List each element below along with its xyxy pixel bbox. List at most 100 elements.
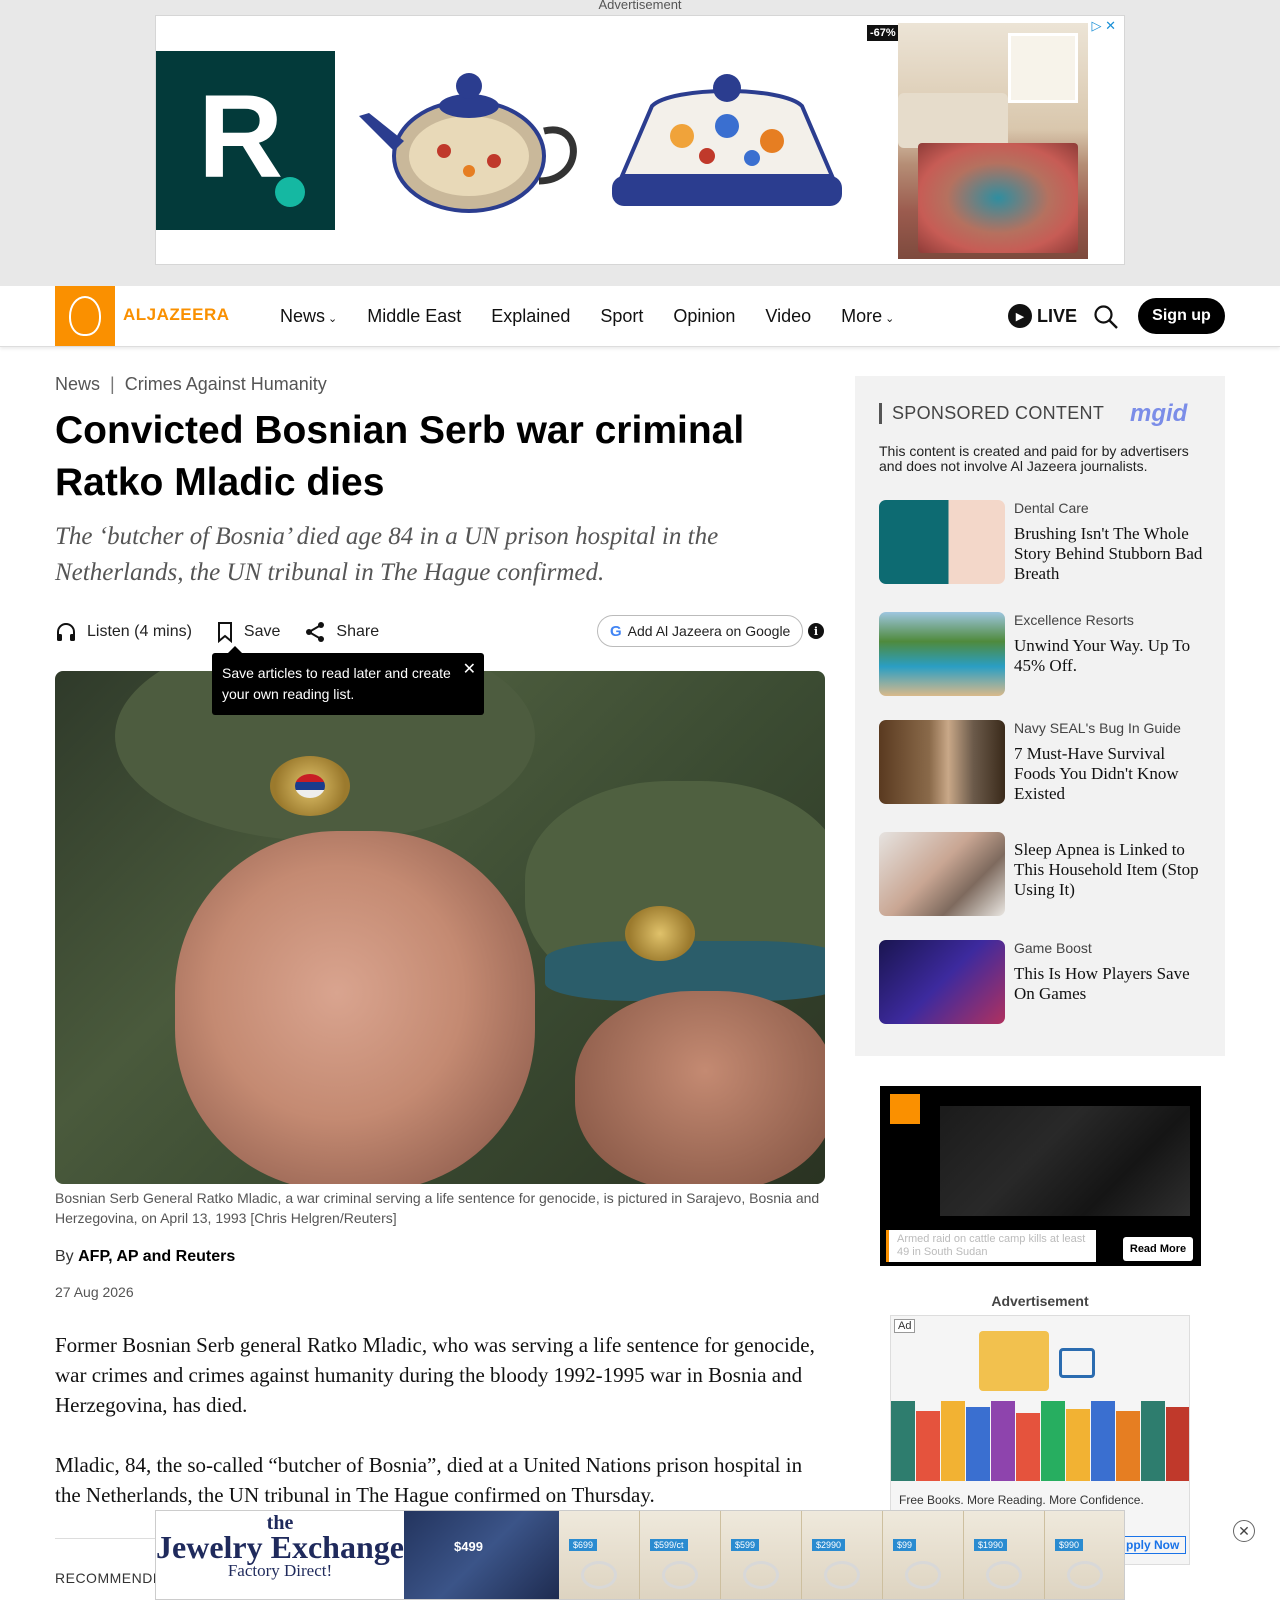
diamonds-panel[interactable]: $499 xyxy=(404,1511,559,1599)
book xyxy=(1041,1401,1065,1481)
sponsored-source: Excellence Resorts xyxy=(1014,612,1134,628)
sponsored-headline: Unwind Your Way. Up To 45% Off. xyxy=(1014,636,1191,675)
rug-shape xyxy=(918,143,1078,253)
face-shape xyxy=(175,831,535,1184)
live-button[interactable]: ▶ LIVE xyxy=(1008,304,1077,328)
ring-product[interactable]: $99 xyxy=(883,1511,964,1599)
listen-button[interactable]: Listen (4 mins) xyxy=(55,621,192,643)
nav-item-label: Explained xyxy=(491,305,571,326)
nav-item-label: Opinion xyxy=(673,305,736,326)
aljazeera-logo-icon[interactable] xyxy=(55,286,115,346)
advertiser-logo[interactable]: R xyxy=(156,51,335,230)
main-navigation: ALJAZEERA News ⌄ Middle East Explained Sport… xyxy=(0,286,1280,347)
ring-product[interactable]: $599/ct xyxy=(640,1511,721,1599)
listen-label: Listen (4 mins) xyxy=(87,623,192,640)
nav-item-label: Sport xyxy=(600,305,644,326)
article-actions: Listen (4 mins) Save Share xyxy=(55,618,403,646)
sponsored-title: SPONSORED CONTENT xyxy=(879,403,1104,424)
share-button[interactable]: Share xyxy=(304,621,379,643)
nav-item-video[interactable]: Video xyxy=(765,306,811,327)
nav-item-opinion[interactable]: Opinion xyxy=(673,306,735,327)
checkbox-icon xyxy=(1059,1348,1095,1378)
window-shape xyxy=(1008,33,1078,103)
sponsored-item[interactable]: Game Boost This Is How Players Save On G… xyxy=(879,940,1209,1030)
nav-item-middle-east[interactable]: Middle East xyxy=(367,306,461,327)
ad-choices-icon[interactable]: ▷ ✕ xyxy=(1091,18,1116,34)
search-icon[interactable] xyxy=(1093,304,1119,330)
add-on-google-button[interactable]: G Add Al Jazeera on Google xyxy=(597,615,804,647)
breadcrumb-separator: | xyxy=(110,374,115,394)
nav-item-explained[interactable]: Explained xyxy=(491,306,570,327)
video-thumbnails xyxy=(940,1106,1190,1216)
nav-item-news[interactable]: News ⌄ xyxy=(280,306,337,327)
book xyxy=(916,1410,940,1481)
nav-item-label: More xyxy=(841,305,883,326)
sponsored-item[interactable]: Excellence Resorts Unwind Your Way. Up T… xyxy=(879,612,1209,702)
close-icon[interactable]: ✕ xyxy=(463,659,476,680)
nav-item-label: Middle East xyxy=(367,305,462,326)
mgid-logo[interactable]: mgid xyxy=(1130,400,1187,428)
save-tooltip: Save articles to read later and create y… xyxy=(212,646,484,715)
live-label: LIVE xyxy=(1037,305,1078,326)
book xyxy=(1141,1401,1165,1481)
breadcrumb: News | Crimes Against Humanity xyxy=(55,374,327,395)
read-more-button[interactable]: Read More xyxy=(1123,1237,1193,1261)
second-cap-badge xyxy=(625,906,695,961)
book xyxy=(966,1407,990,1481)
book xyxy=(941,1401,965,1481)
google-icon: G xyxy=(610,622,622,640)
ring-icon xyxy=(1067,1561,1103,1589)
video-widget[interactable]: Armed raid on cattle camp kills at least… xyxy=(880,1086,1201,1266)
headphones-icon xyxy=(57,623,75,641)
top-banner-ad[interactable]: R -67% ▷ ✕ xyxy=(155,15,1125,265)
breadcrumb-section[interactable]: News xyxy=(55,374,100,394)
aljazeera-logo-icon xyxy=(890,1094,920,1124)
top-ad-band: Advertisement R -67% ▷ ✕ xyxy=(0,0,1280,286)
sponsored-headline: 7 Must-Have Survival Foods You Didn't Kn… xyxy=(1014,744,1179,803)
ring-product[interactable]: $599 xyxy=(721,1511,802,1599)
discount-badge: -67% xyxy=(867,25,899,41)
ring-price: $699 xyxy=(569,1539,598,1551)
body-paragraph: Mladic, 84, the so-called “butcher of Bo… xyxy=(55,1453,803,1507)
nav-items: News ⌄ Middle East Explained Sport Opinion Vid… xyxy=(280,286,924,346)
breadcrumb-topic[interactable]: Crimes Against Humanity xyxy=(125,374,327,394)
publish-date: 27 Aug 2026 xyxy=(55,1284,134,1300)
close-ad-icon[interactable]: ✕ xyxy=(1233,1520,1255,1542)
play-icon: ▶ xyxy=(1008,304,1032,328)
ring-product[interactable]: $990 xyxy=(1045,1511,1124,1599)
teapot-image[interactable] xyxy=(354,61,584,221)
tooltip-text: Save articles to read later and create y… xyxy=(222,665,451,702)
ring-product[interactable]: $2990 xyxy=(802,1511,883,1599)
ring-product[interactable]: $1990 xyxy=(964,1511,1045,1599)
ring-price: $990 xyxy=(1055,1539,1084,1551)
ring-product[interactable]: $699 xyxy=(559,1511,640,1599)
bottom-sticky-ad[interactable]: the Jewelry Exchange Factory Direct! $49… xyxy=(155,1510,1125,1600)
nav-item-label: News xyxy=(280,305,326,326)
ring-icon xyxy=(662,1561,698,1589)
butter-dish-image[interactable] xyxy=(612,66,842,226)
video-ticker[interactable]: Armed raid on cattle camp kills at least… xyxy=(886,1230,1096,1262)
ad-tag: Ad xyxy=(894,1319,916,1333)
ring-icon xyxy=(824,1561,860,1589)
nav-item-label: Video xyxy=(765,305,812,326)
brand-name[interactable]: ALJAZEERA xyxy=(123,305,230,325)
sofa-shape xyxy=(898,93,1008,148)
jewelry-exchange-logo[interactable]: the Jewelry Exchange Factory Direct! xyxy=(156,1511,404,1599)
ring-icon xyxy=(581,1561,617,1589)
ring-price: $1990 xyxy=(974,1539,1008,1551)
apply-now-button[interactable]: pply Now xyxy=(1119,1536,1187,1554)
bookmark-icon xyxy=(217,622,232,643)
resort-thumbnail xyxy=(879,612,1005,696)
nav-item-more[interactable]: More ⌄ xyxy=(841,306,894,327)
nav-item-sport[interactable]: Sport xyxy=(600,306,643,327)
living-room-image[interactable] xyxy=(898,23,1088,259)
book xyxy=(1166,1406,1189,1481)
signup-button[interactable]: Sign up xyxy=(1138,298,1225,334)
sponsored-item[interactable]: Navy SEAL's Bug In Guide 7 Must-Have Sur… xyxy=(879,720,1209,810)
sponsored-item[interactable]: Sleep Apnea is Linked to This Household … xyxy=(879,832,1209,922)
share-label: Share xyxy=(336,623,380,640)
save-button[interactable]: Save xyxy=(216,621,280,643)
info-icon[interactable]: i xyxy=(808,623,824,639)
books-graphic xyxy=(891,1401,1189,1481)
sponsored-item[interactable]: Dental Care Brushing Isn't The Whole Sto… xyxy=(879,500,1209,590)
